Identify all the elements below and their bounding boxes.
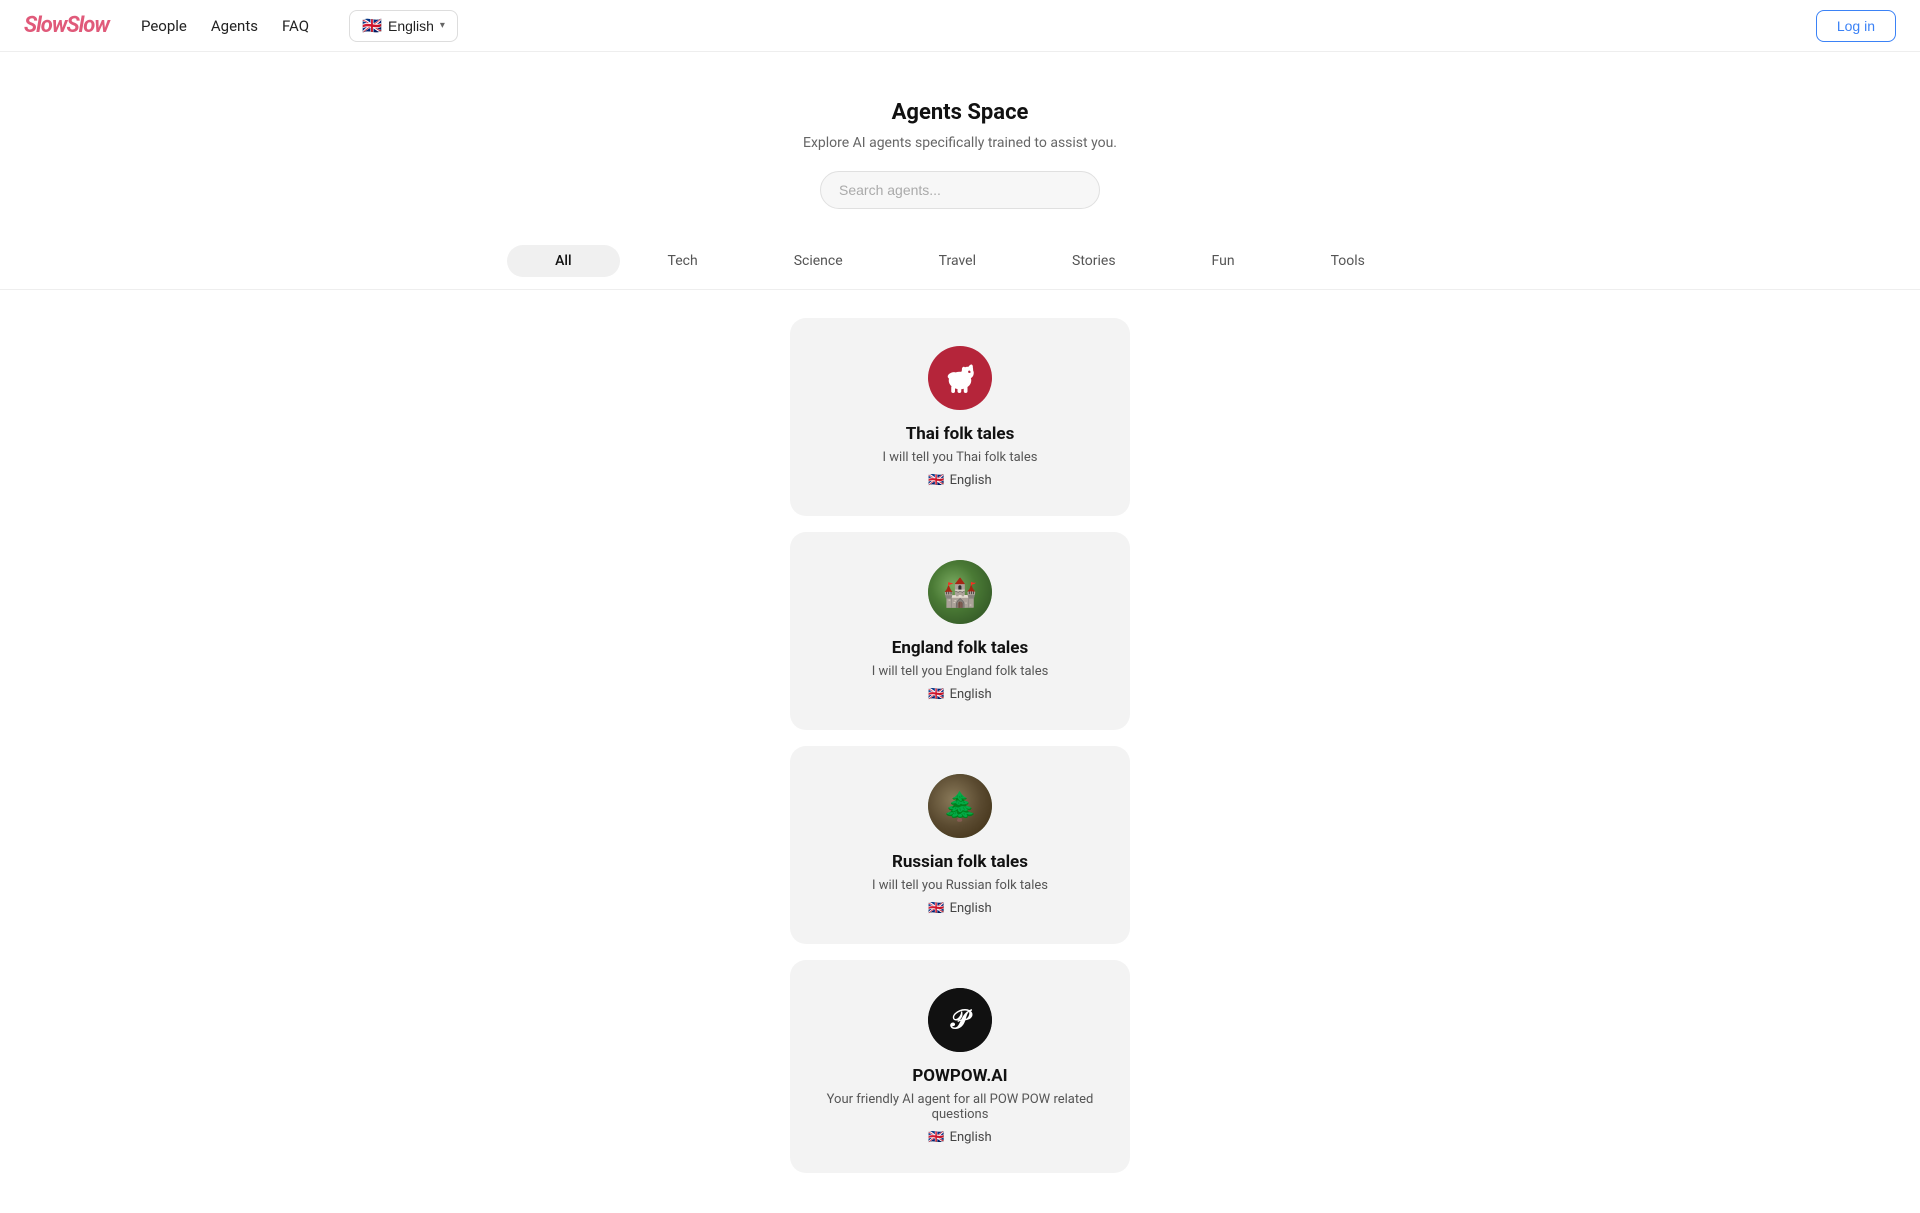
- agent-lang-thai: 🇬🇧 English: [814, 473, 1106, 488]
- agent-desc-powpow: Your friendly AI agent for all POW POW r…: [814, 1092, 1106, 1122]
- chevron-down-icon: ▾: [440, 20, 445, 31]
- agent-name-thai: Thai folk tales: [814, 424, 1106, 444]
- agent-card-thai[interactable]: Thai folk tales I will tell you Thai fol…: [790, 318, 1130, 516]
- agent-avatar-powpow: 𝒫: [928, 988, 992, 1052]
- elephant-icon: [940, 358, 980, 398]
- tab-stories[interactable]: Stories: [1024, 245, 1164, 277]
- agent-language-russian: English: [950, 901, 992, 916]
- agent-card-england[interactable]: 🏰 England folk tales I will tell you Eng…: [790, 532, 1130, 730]
- search-container: [24, 171, 1896, 209]
- agent-flag-russian: 🇬🇧: [928, 901, 944, 916]
- tab-science[interactable]: Science: [746, 245, 891, 277]
- agent-cards-list: Thai folk tales I will tell you Thai fol…: [0, 318, 1920, 1213]
- hero-subtitle: Explore AI agents specifically trained t…: [24, 135, 1896, 151]
- agent-avatar-england: 🏰: [928, 560, 992, 624]
- language-label: English: [388, 18, 434, 34]
- language-selector[interactable]: 🇬🇧 English ▾: [349, 10, 458, 42]
- navbar-right: Log in: [1816, 10, 1896, 42]
- agent-desc-russian: I will tell you Russian folk tales: [814, 878, 1106, 893]
- agent-name-powpow: POWPOW.AI: [814, 1066, 1106, 1086]
- nav-agents[interactable]: Agents: [211, 17, 258, 35]
- navbar: SlowSlow People Agents FAQ 🇬🇧 English ▾ …: [0, 0, 1920, 52]
- nav-people[interactable]: People: [141, 17, 187, 35]
- agent-lang-england: 🇬🇧 English: [814, 687, 1106, 702]
- agent-flag-england: 🇬🇧: [928, 687, 944, 702]
- agent-card-powpow[interactable]: 𝒫 POWPOW.AI Your friendly AI agent for a…: [790, 960, 1130, 1173]
- agent-name-england: England folk tales: [814, 638, 1106, 658]
- agent-name-russian: Russian folk tales: [814, 852, 1106, 872]
- tab-fun[interactable]: Fun: [1164, 245, 1283, 277]
- nav-faq[interactable]: FAQ: [282, 17, 309, 35]
- agent-lang-russian: 🇬🇧 English: [814, 901, 1106, 916]
- tab-all[interactable]: All: [507, 245, 619, 277]
- nav-links: People Agents FAQ 🇬🇧 English ▾: [141, 10, 458, 42]
- powpow-avatar-image: 𝒫: [928, 988, 992, 1052]
- england-avatar-image: 🏰: [928, 560, 992, 624]
- agent-language-thai: English: [950, 473, 992, 488]
- russian-avatar-image: 🌲: [928, 774, 992, 838]
- tab-tech[interactable]: Tech: [620, 245, 746, 277]
- tab-travel[interactable]: Travel: [891, 245, 1024, 277]
- page-title: Agents Space: [24, 100, 1896, 125]
- agent-desc-thai: I will tell you Thai folk tales: [814, 450, 1106, 465]
- search-input[interactable]: [820, 171, 1100, 209]
- hero-section: Agents Space Explore AI agents specifica…: [0, 52, 1920, 233]
- agent-language-england: English: [950, 687, 992, 702]
- agent-flag-powpow: 🇬🇧: [928, 1130, 944, 1145]
- logo: SlowSlow: [24, 13, 109, 38]
- agent-lang-powpow: 🇬🇧 English: [814, 1130, 1106, 1145]
- agent-avatar-russian: 🌲: [928, 774, 992, 838]
- agent-card-russian[interactable]: 🌲 Russian folk tales I will tell you Rus…: [790, 746, 1130, 944]
- login-button[interactable]: Log in: [1816, 10, 1896, 42]
- agent-flag-thai: 🇬🇧: [928, 473, 944, 488]
- agent-desc-england: I will tell you England folk tales: [814, 664, 1106, 679]
- language-flag: 🇬🇧: [362, 16, 382, 36]
- tab-tools[interactable]: Tools: [1283, 245, 1413, 277]
- agent-avatar-thai: [928, 346, 992, 410]
- category-bar: All Tech Science Travel Stories Fun Tool…: [0, 233, 1920, 290]
- agent-language-powpow: English: [950, 1130, 992, 1145]
